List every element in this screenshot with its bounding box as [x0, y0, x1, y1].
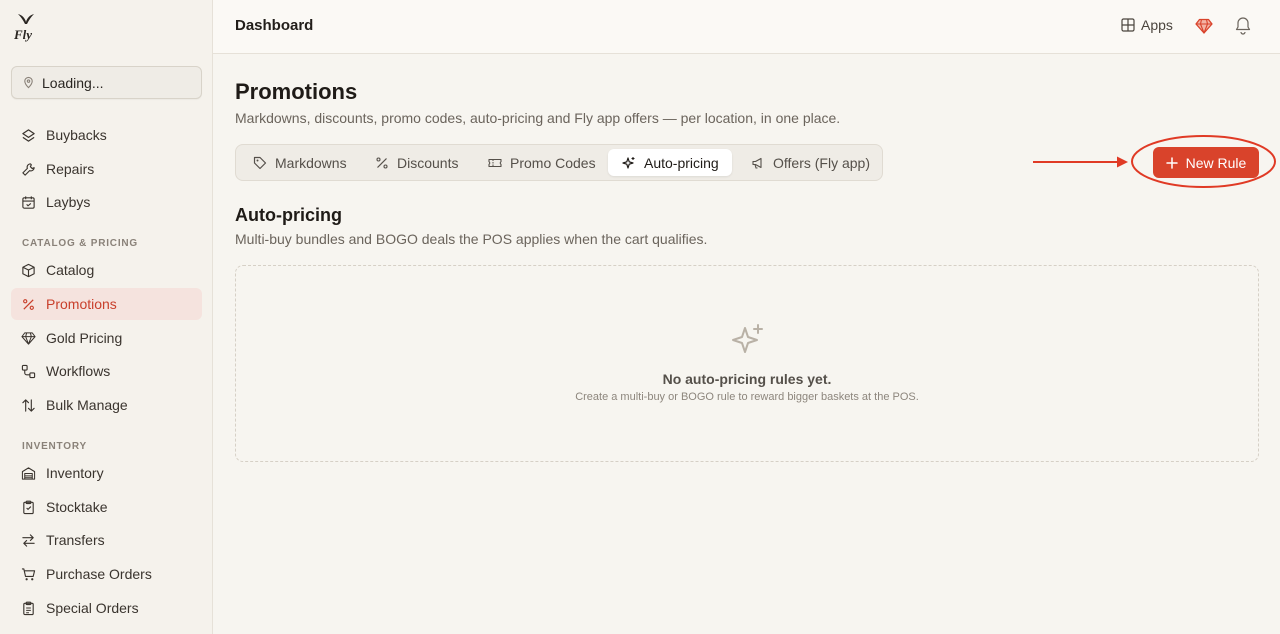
sidebar-item-label: Transfers — [46, 532, 105, 548]
new-rule-button[interactable]: New Rule — [1153, 147, 1259, 178]
sidebar-item-bulk-manage[interactable]: Bulk Manage — [11, 389, 202, 421]
percent-icon — [376, 156, 388, 169]
ticket-icon — [488, 158, 502, 167]
annotation-arrow — [1033, 156, 1128, 168]
location-selector[interactable]: Loading... — [11, 66, 202, 99]
sidebar-item-buybacks[interactable]: Buybacks — [11, 119, 202, 151]
tab-auto-pricing[interactable]: Auto-pricing — [608, 149, 732, 176]
sidebar-item-repairs[interactable]: Repairs — [11, 153, 202, 185]
sidebar-item-label: Gold Pricing — [46, 330, 123, 346]
sidebar-item-label: Promotions — [46, 296, 117, 312]
clipboard-list-icon — [23, 601, 34, 615]
gem-icon — [21, 331, 36, 345]
sidebar-item-label: Catalog — [46, 262, 95, 278]
sidebar-item-workflows[interactable]: Workflows — [11, 355, 202, 387]
cart-icon — [21, 567, 36, 580]
box-icon — [22, 263, 35, 277]
workflow-icon — [21, 364, 36, 378]
apps-label: Apps — [1141, 17, 1173, 33]
tab-label: Offers (Fly app) — [773, 154, 870, 171]
sidebar-item-label: Purchase Orders — [46, 566, 152, 582]
gem-icon[interactable] — [1195, 17, 1213, 35]
section-label-inventory: INVENTORY — [22, 441, 87, 452]
tab-markdowns[interactable]: Markdowns — [236, 149, 358, 176]
sidebar: Fly Loading... Buybacks Repairs Laybys C… — [0, 0, 213, 634]
calendar-icon — [22, 195, 35, 209]
bell-icon[interactable] — [1234, 16, 1252, 35]
megaphone-icon — [752, 157, 762, 169]
wrench-icon — [22, 162, 35, 176]
sparkle-icon — [732, 324, 763, 353]
tab-label: Auto-pricing — [644, 154, 719, 171]
transfer-icon — [22, 533, 35, 547]
sidebar-item-label: Stocktake — [46, 499, 108, 515]
sidebar-item-stocktake[interactable]: Stocktake — [11, 491, 202, 523]
buyback-icon — [22, 128, 35, 142]
map-pin-icon — [24, 76, 33, 89]
sidebar-item-purchase-orders[interactable]: Purchase Orders — [11, 558, 202, 590]
location-label: Loading... — [42, 74, 104, 91]
tab-promo-codes[interactable]: Promo Codes — [471, 149, 603, 176]
tag-icon — [253, 156, 267, 169]
sort-arrows-icon — [22, 398, 35, 412]
sidebar-item-label: Workflows — [46, 363, 111, 379]
empty-state-subtitle: Create a multi-buy or BOGO rule to rewar… — [575, 391, 919, 403]
sidebar-item-laybys[interactable]: Laybys — [11, 186, 202, 218]
page-subtitle: Markdowns, discounts, promo codes, auto-… — [235, 110, 841, 126]
sidebar-item-label: Bulk Manage — [46, 397, 128, 413]
empty-state: No auto-pricing rules yet. Create a mult… — [235, 265, 1259, 462]
grid-icon — [1121, 18, 1135, 32]
sidebar-item-label: Buybacks — [46, 127, 107, 143]
sidebar-item-label: Special Orders — [46, 600, 139, 616]
percent-icon — [23, 298, 34, 310]
inventory-icon — [21, 466, 36, 480]
apps-button[interactable]: Apps — [1121, 17, 1173, 33]
main-content: Promotions Markdowns, discounts, promo c… — [213, 55, 1280, 634]
section-label-catalog: CATALOG & PRICING — [22, 238, 139, 249]
tab-discounts[interactable]: Discounts — [358, 149, 470, 176]
page-title: Promotions — [235, 79, 358, 104]
sidebar-item-promotions[interactable]: Promotions — [11, 288, 202, 320]
promotion-tabs: Markdowns Discounts Promo Codes Auto-pri… — [235, 144, 883, 181]
new-rule-label: New Rule — [1185, 154, 1247, 171]
section-subtitle: Multi-buy bundles and BOGO deals the POS… — [235, 231, 708, 247]
empty-state-title: No auto-pricing rules yet. — [662, 371, 832, 387]
sidebar-item-special-orders[interactable]: Special Orders — [11, 592, 202, 624]
fly-logo[interactable]: Fly — [12, 10, 38, 42]
logo-text: Fly — [13, 27, 32, 42]
sidebar-item-label: Inventory — [46, 465, 104, 481]
sidebar-item-label: Repairs — [46, 161, 95, 177]
tab-label: Discounts — [397, 154, 459, 171]
page-header-title: Dashboard — [235, 17, 314, 34]
sidebar-item-label: Laybys — [46, 194, 91, 210]
sidebar-item-gold-pricing[interactable]: Gold Pricing — [11, 322, 202, 354]
tab-label: Markdowns — [275, 154, 347, 171]
sidebar-item-catalog[interactable]: Catalog — [11, 254, 202, 286]
top-bar: Dashboard Apps — [213, 0, 1280, 54]
clipboard-icon — [23, 500, 34, 514]
plus-icon — [1165, 156, 1178, 169]
tab-offers-fly-app[interactable]: Offers (Fly app) — [734, 149, 880, 176]
tab-label: Promo Codes — [510, 154, 596, 171]
sidebar-item-transfers[interactable]: Transfers — [11, 524, 202, 556]
sidebar-item-inventory[interactable]: Inventory — [11, 457, 202, 489]
sparkle-icon — [622, 156, 635, 169]
section-title: Auto-pricing — [235, 205, 342, 225]
